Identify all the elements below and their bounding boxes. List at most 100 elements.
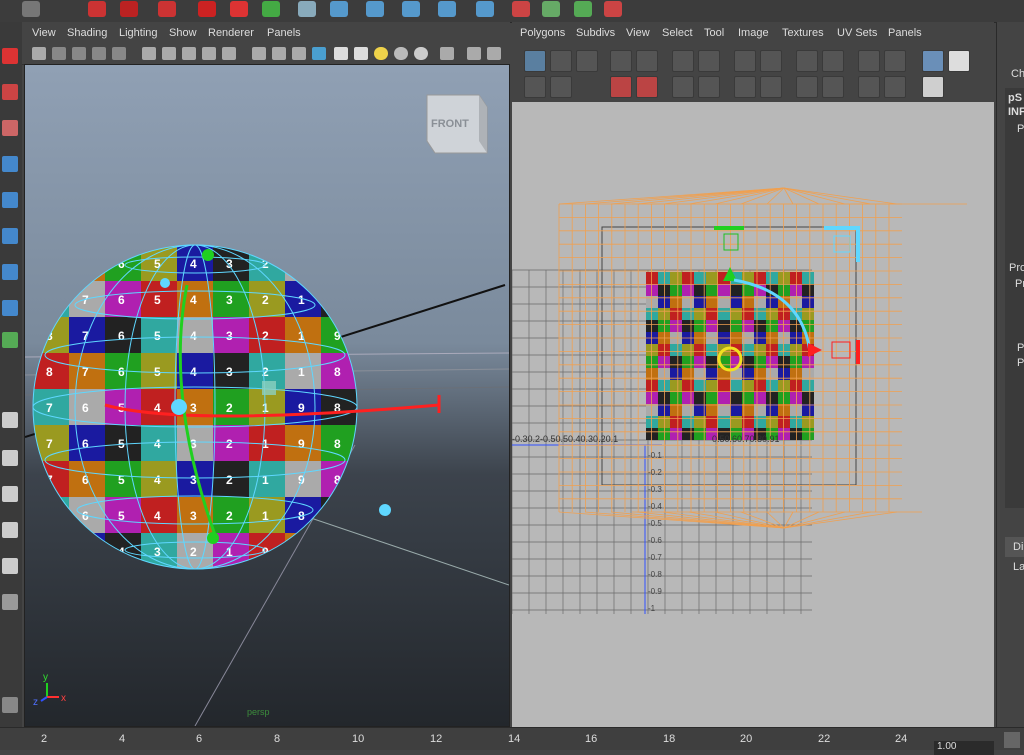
uv-manip-red-box[interactable] bbox=[831, 341, 851, 359]
last-tool-icon[interactable] bbox=[2, 332, 18, 348]
isolate-select-icon[interactable] bbox=[440, 47, 454, 60]
shelf-icon-13[interactable] bbox=[476, 1, 494, 17]
shelf-icon-2[interactable] bbox=[88, 1, 106, 17]
uv-checker-icon[interactable] bbox=[948, 50, 970, 72]
display-tab[interactable]: Di bbox=[1013, 541, 1023, 553]
uv-copy-icon[interactable] bbox=[858, 76, 880, 98]
menu-uv-sets[interactable]: UV Sets bbox=[837, 27, 877, 39]
cyan-handle[interactable] bbox=[160, 278, 170, 288]
checker-sphere[interactable]: 8 7 6 5 4 3 2 1 98 7 6 5 4 3 2 1 98 7 6 5 4 3 2 1 98 7 6 5 4 3 2 1 87 6 5 4… bbox=[33, 245, 357, 569]
uv-mirror-u-icon[interactable] bbox=[796, 50, 818, 72]
uv-grab-icon[interactable] bbox=[734, 76, 756, 98]
uv-center-icon[interactable] bbox=[884, 50, 906, 72]
toolbox-more-icon[interactable] bbox=[2, 697, 18, 713]
shelf-icon-10[interactable] bbox=[366, 1, 384, 17]
playback-icon[interactable] bbox=[1004, 732, 1020, 748]
current-frame-field[interactable]: 1.00 bbox=[934, 741, 994, 755]
gate-mask-icon[interactable] bbox=[182, 47, 196, 60]
uv-paste-icon[interactable] bbox=[884, 76, 906, 98]
scale-tool-icon[interactable] bbox=[2, 228, 18, 244]
layout-four-icon[interactable] bbox=[2, 450, 18, 466]
view-cube[interactable]: FRONT bbox=[426, 94, 488, 154]
uv-pivot-icon[interactable] bbox=[858, 50, 880, 72]
xray-icon[interactable] bbox=[354, 47, 368, 60]
uv-sew-icon[interactable] bbox=[636, 50, 658, 72]
lasso-tool-icon[interactable] bbox=[2, 84, 18, 100]
shelf-icon-4[interactable] bbox=[158, 1, 176, 17]
lighting-icon[interactable] bbox=[312, 47, 326, 60]
uv-viewport[interactable]: -0.30.2-0.50.50.40.30.20.1 0.50.60.70.80… bbox=[512, 102, 994, 727]
uv-image-icon[interactable] bbox=[922, 50, 944, 72]
layers-label[interactable]: La bbox=[1013, 561, 1024, 573]
uv-manip-right-arrow[interactable] bbox=[808, 343, 822, 357]
layout-side-icon[interactable] bbox=[2, 486, 18, 502]
rotate-tool-icon[interactable] bbox=[2, 192, 18, 208]
field-chart-icon[interactable] bbox=[202, 47, 216, 60]
uv-mirror-v-icon[interactable] bbox=[822, 50, 844, 72]
menu-shading[interactable]: Shading bbox=[67, 27, 107, 39]
uv-relax-icon[interactable] bbox=[698, 76, 720, 98]
uv-rotate-icon[interactable] bbox=[576, 50, 598, 72]
layout-single-icon[interactable] bbox=[2, 412, 18, 428]
uv-straighten-icon[interactable] bbox=[672, 76, 694, 98]
pivot-handle[interactable] bbox=[171, 399, 187, 415]
shelf-icon-8[interactable] bbox=[298, 1, 316, 17]
uv-grid-icon[interactable] bbox=[524, 76, 546, 98]
shaded-icon[interactable] bbox=[272, 47, 286, 60]
image-plane-icon[interactable] bbox=[92, 47, 106, 60]
menu-show[interactable]: Show bbox=[169, 27, 197, 39]
menu-select[interactable]: Select bbox=[662, 27, 693, 39]
persp-viewport[interactable]: FRONT 8 7 6 5 4 3 2 1 9 8 7 6 5 4 3 2 1 9 8 7 6 5 4 3 2 1 9 8 7 6 5 4 3 2… bbox=[24, 64, 510, 727]
uv-pinch-icon[interactable] bbox=[760, 76, 782, 98]
use-all-lights-icon[interactable] bbox=[374, 47, 388, 60]
menu-textures[interactable]: Textures bbox=[782, 27, 824, 39]
textured-icon[interactable] bbox=[292, 47, 306, 60]
camera-attrs-icon[interactable] bbox=[52, 47, 66, 60]
ambient-occlusion-icon[interactable] bbox=[414, 47, 428, 60]
green-handle-bottom[interactable] bbox=[207, 532, 219, 544]
wireframe-icon[interactable] bbox=[252, 47, 266, 60]
shelf-icon-3[interactable] bbox=[120, 1, 138, 17]
uv-manip-cyan-corner[interactable] bbox=[824, 226, 860, 262]
menu-view[interactable]: View bbox=[626, 27, 650, 39]
shelf-icon-9[interactable] bbox=[330, 1, 348, 17]
layout-outliner-icon[interactable] bbox=[2, 594, 18, 610]
shelf-icon-6[interactable] bbox=[230, 1, 248, 17]
menu-tool[interactable]: Tool bbox=[704, 27, 724, 39]
uv-distribute-icon[interactable] bbox=[734, 50, 756, 72]
menu-subdivs[interactable]: Subdivs bbox=[576, 27, 615, 39]
green-handle[interactable] bbox=[202, 249, 214, 261]
channel-box-tab[interactable]: Ch bbox=[1011, 68, 1024, 80]
safe-action-icon[interactable] bbox=[222, 47, 236, 60]
shelf-icon-16[interactable] bbox=[574, 1, 592, 17]
menu-panels[interactable]: Panels bbox=[267, 27, 301, 39]
shelf-icon-1[interactable] bbox=[22, 1, 40, 17]
uv-shell-icon[interactable] bbox=[796, 76, 818, 98]
menu-image[interactable]: Image bbox=[738, 27, 769, 39]
move-tool-icon[interactable] bbox=[2, 156, 18, 172]
shelf-icon-14[interactable] bbox=[512, 1, 530, 17]
uv-move-icon[interactable] bbox=[550, 76, 572, 98]
menu-panels[interactable]: Panels bbox=[888, 27, 922, 39]
menu-renderer[interactable]: Renderer bbox=[208, 27, 254, 39]
bookmark-icon[interactable] bbox=[72, 47, 86, 60]
uv-shaded-icon[interactable] bbox=[922, 76, 944, 98]
uv-snap-icon[interactable] bbox=[698, 50, 720, 72]
panel-layout-icon[interactable] bbox=[467, 47, 481, 60]
cyan-handle-right[interactable] bbox=[379, 504, 391, 516]
shelf-icon-7[interactable] bbox=[262, 1, 280, 17]
center-handle[interactable] bbox=[262, 381, 276, 395]
panel-toggle-icon[interactable] bbox=[487, 47, 501, 60]
shelf-icon-15[interactable] bbox=[542, 1, 560, 17]
uv-cut-icon[interactable] bbox=[610, 50, 632, 72]
select-camera-icon[interactable] bbox=[32, 47, 46, 60]
menu-lighting[interactable]: Lighting bbox=[119, 27, 158, 39]
shadows-icon[interactable] bbox=[394, 47, 408, 60]
uv-layout-icon[interactable] bbox=[636, 76, 658, 98]
time-slider[interactable]: 2 4 6 8 10 12 14 16 18 20 22 24 1.00 bbox=[0, 727, 1024, 755]
uv-align-icon[interactable] bbox=[672, 50, 694, 72]
select-tool-icon[interactable] bbox=[2, 48, 18, 64]
shelf-icon-11[interactable] bbox=[402, 1, 420, 17]
uv-border-icon[interactable] bbox=[822, 76, 844, 98]
shelf-icon-12[interactable] bbox=[438, 1, 456, 17]
